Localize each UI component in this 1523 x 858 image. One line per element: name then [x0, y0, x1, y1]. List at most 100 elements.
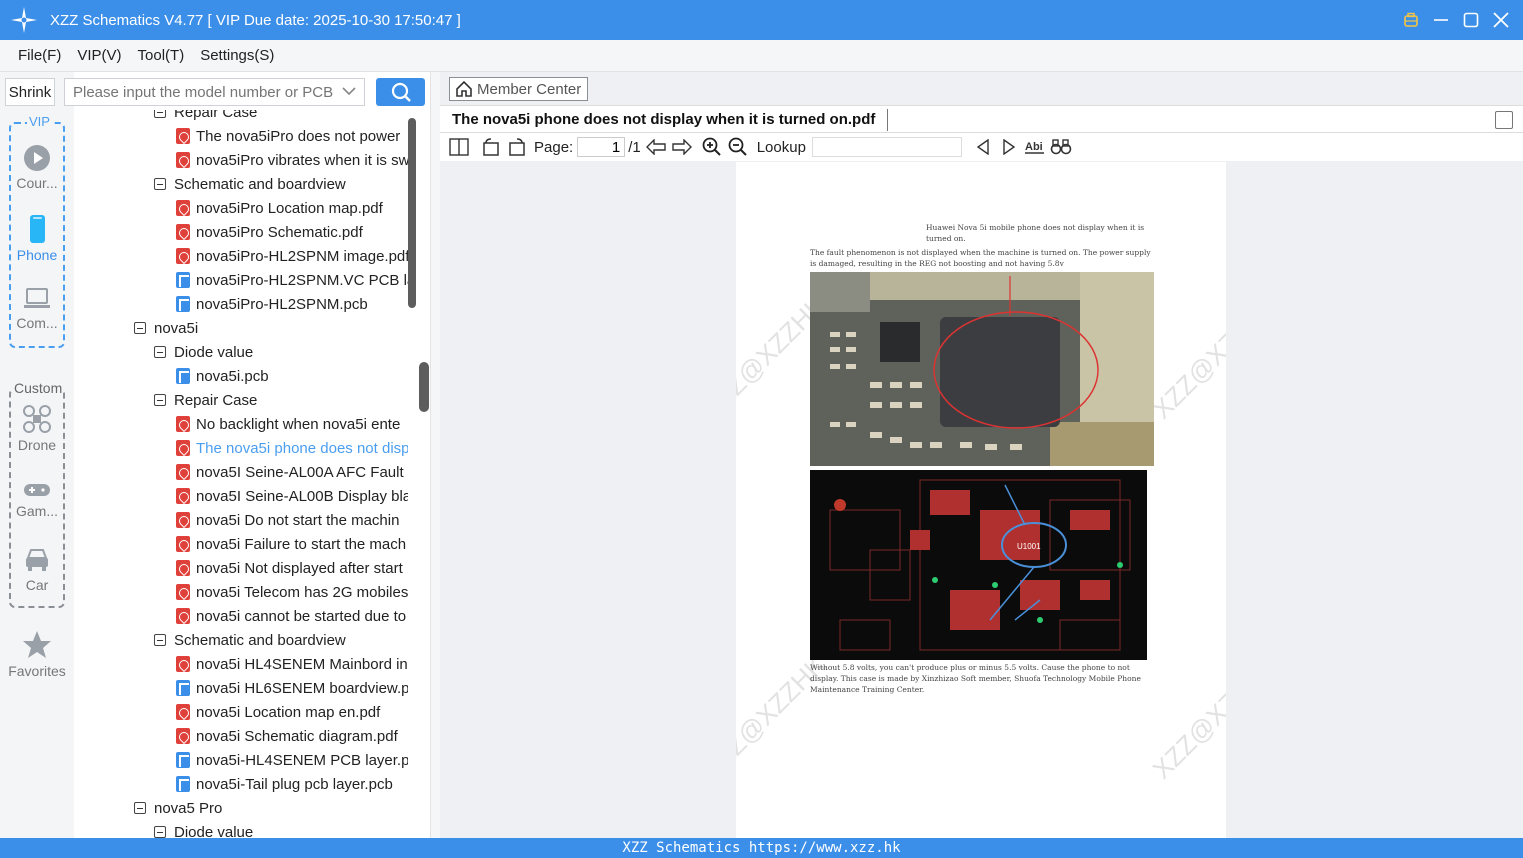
close-button[interactable]	[1493, 12, 1509, 28]
tree-file[interactable]: The nova5i phone does not disp	[74, 436, 408, 460]
tree-file[interactable]: nova5i HL4SENEM Mainbord in	[74, 652, 408, 676]
search-input[interactable]	[73, 83, 333, 101]
tree-item-label: nova5i Do not start the machin	[196, 511, 400, 529]
collapse-toggle-icon[interactable]	[134, 802, 146, 814]
nav-phone[interactable]: Phone	[0, 214, 74, 263]
sidebar-toggle-icon[interactable]	[448, 137, 470, 157]
pdf-file-icon	[176, 488, 190, 504]
collapse-toggle-icon[interactable]	[154, 178, 166, 190]
tree-file[interactable]: nova5iPro Location map.pdf	[74, 196, 408, 220]
nav-drone[interactable]: Drone	[0, 404, 74, 453]
nav-game[interactable]: Gam...	[0, 480, 74, 519]
pdf-file-icon	[176, 584, 190, 600]
collapse-toggle-icon[interactable]	[154, 110, 166, 118]
tree-scrollbar[interactable]	[408, 110, 418, 310]
tree-file[interactable]: The nova5iPro does not power	[74, 124, 408, 148]
tree-folder[interactable]: Diode value	[74, 820, 408, 838]
tree-file[interactable]: nova5i Schematic diagram.pdf	[74, 724, 408, 748]
lookup-label: Lookup	[756, 138, 806, 156]
tree-item-label: nova5i-Tail plug pcb layer.pcb	[196, 775, 393, 793]
match-case-icon[interactable]: Abi	[1024, 137, 1046, 157]
tree-item-label: nova5iPro-HL2SPNM.pcb	[196, 295, 368, 313]
shrink-button[interactable]: Shrink	[5, 78, 55, 106]
search-button[interactable]	[376, 78, 425, 106]
tree-file[interactable]: nova5i.pcb	[74, 364, 408, 388]
member-center-button[interactable]: Member Center	[449, 77, 588, 101]
tree-folder[interactable]: Diode value	[74, 340, 408, 364]
pdf-toolbar: Page: /1 Lookup Abi	[440, 133, 1523, 161]
nav-favorites[interactable]: Favorites	[0, 630, 74, 679]
tree-file[interactable]: nova5i-HL4SENEM PCB layer.pc	[74, 748, 408, 772]
zoom-out-icon[interactable]	[727, 137, 749, 157]
tree-file[interactable]: No backlight when nova5i ente	[74, 412, 408, 436]
tree-folder[interactable]: Repair Case	[74, 388, 408, 412]
close-document-icon[interactable]	[1495, 111, 1513, 129]
lookup-input[interactable]	[811, 137, 962, 157]
pcb-layout-image: U1001	[810, 470, 1147, 660]
pcb-file-icon	[176, 680, 190, 696]
menu-vip[interactable]: VIP(V)	[77, 47, 121, 64]
tree-scrollbar-thumb[interactable]	[408, 118, 416, 308]
tree-file[interactable]: nova5i Location map en.pdf	[74, 700, 408, 724]
panel-divider[interactable]	[430, 72, 440, 838]
tree-folder[interactable]: Schematic and boardview	[74, 172, 408, 196]
tree-file[interactable]: nova5I Seine-AL00A AFC Fault (	[74, 460, 408, 484]
tree-folder[interactable]: Repair Case	[74, 110, 408, 124]
tree-file[interactable]: nova5i Failure to start the mach	[74, 532, 408, 556]
next-page-icon[interactable]	[671, 137, 693, 157]
tree-file[interactable]: nova5i-Tail plug pcb layer.pcb	[74, 772, 408, 796]
tree-file[interactable]: nova5i cannot be started due to	[74, 604, 408, 628]
panel-scrollbar-thumb[interactable]	[419, 362, 429, 412]
collapse-toggle-icon[interactable]	[154, 634, 166, 646]
find-all-icon[interactable]	[1050, 137, 1072, 157]
pdf-file-icon	[176, 728, 190, 744]
collapse-toggle-icon[interactable]	[154, 394, 166, 406]
collapse-toggle-icon[interactable]	[134, 322, 146, 334]
collapse-toggle-icon[interactable]	[154, 826, 166, 838]
vip-bag-icon[interactable]	[1403, 12, 1419, 28]
window-title: XZZ Schematics V4.77 [ VIP Due date: 202…	[50, 11, 461, 29]
tree-item-label: nova5iPro-HL2SPNM.VC PCB la	[196, 271, 408, 289]
zoom-in-icon[interactable]	[701, 137, 723, 157]
menu-bar: File(F) VIP(V) Tool(T) Settings(S)	[0, 40, 1523, 72]
pcb-file-icon	[176, 296, 190, 312]
tree-file[interactable]: nova5iPro Schematic.pdf	[74, 220, 408, 244]
nav-courses[interactable]: Cour...	[0, 144, 74, 191]
tree-file[interactable]: nova5i HL6SENEM boardview.p	[74, 676, 408, 700]
rotate-left-icon[interactable]	[480, 137, 502, 157]
tree-file[interactable]: nova5I Seine-AL00B Display bla	[74, 484, 408, 508]
tree-file[interactable]: nova5iPro-HL2SPNM.VC PCB la	[74, 268, 408, 292]
pdf-page: XZZ@XZZHK XZZ@XZZHK XZZ@XZZHK XZZ@XZZHK …	[736, 162, 1226, 838]
tree-folder[interactable]: Schematic and boardview	[74, 628, 408, 652]
tree-folder[interactable]: nova5 Pro	[74, 796, 408, 820]
play-icon	[24, 145, 50, 171]
tree-file[interactable]: nova5iPro-HL2SPNM.pcb	[74, 292, 408, 316]
rotate-right-icon[interactable]	[506, 137, 528, 157]
menu-tool[interactable]: Tool(T)	[138, 47, 185, 64]
drone-icon	[23, 405, 51, 433]
find-previous-icon[interactable]	[972, 137, 994, 157]
menu-file[interactable]: File(F)	[18, 47, 61, 64]
tree-file[interactable]: nova5i Do not start the machin	[74, 508, 408, 532]
chevron-down-icon[interactable]	[342, 83, 356, 101]
tree-item-label: nova5i Telecom has 2G mobiles	[196, 583, 408, 601]
menu-settings[interactable]: Settings(S)	[200, 47, 274, 64]
maximize-button[interactable]	[1463, 12, 1479, 28]
page-number-input[interactable]	[577, 137, 626, 157]
prev-page-icon[interactable]	[645, 137, 667, 157]
find-next-icon[interactable]	[998, 137, 1020, 157]
gamepad-icon	[24, 484, 50, 496]
tree-item-label: The nova5iPro does not power	[196, 127, 401, 145]
tree-file[interactable]: nova5i Not displayed after start	[74, 556, 408, 580]
tab-document[interactable]: The nova5i phone does not display when i…	[452, 109, 889, 131]
collapse-toggle-icon[interactable]	[154, 346, 166, 358]
tree-file[interactable]: nova5iPro-HL2SPNM image.pdf	[74, 244, 408, 268]
nav-computer[interactable]: Com...	[0, 286, 74, 331]
tree-file[interactable]: nova5i Telecom has 2G mobiles	[74, 580, 408, 604]
minimize-button[interactable]	[1433, 12, 1449, 28]
model-search-box[interactable]	[64, 78, 365, 106]
tree-file[interactable]: nova5iPro vibrates when it is sw	[74, 148, 408, 172]
nav-car[interactable]: Car	[0, 546, 74, 593]
tree-folder[interactable]: nova5i	[74, 316, 408, 340]
tree-item-label: nova5iPro vibrates when it is sw	[196, 151, 408, 169]
